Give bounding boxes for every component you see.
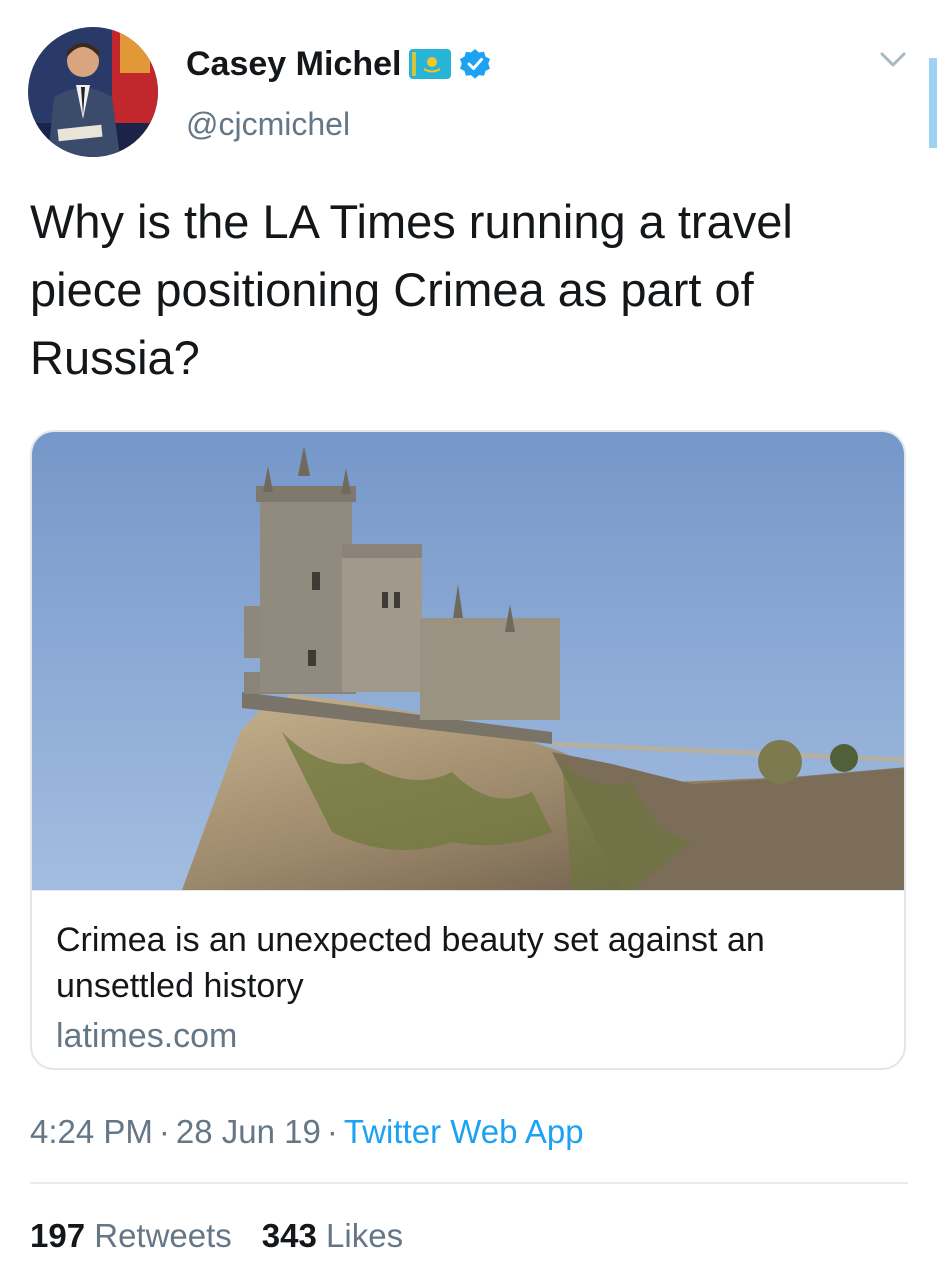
card-title[interactable]: Crimea is an unexpected beauty set again…: [56, 917, 836, 1009]
tweet-stats: 197 Retweets 343 Likes: [30, 1214, 403, 1258]
tweet-meta: 4:24 PM · 28 Jun 19 · Twitter Web App: [30, 1110, 584, 1154]
divider: [30, 1182, 908, 1184]
tweet-header: Casey Michel @cjcmichel: [28, 24, 908, 158]
verified-badge-icon: [459, 48, 491, 80]
tweet-text: Why is the LA Times running a travel pie…: [30, 195, 793, 384]
tweet-time[interactable]: 4:24 PM: [30, 1113, 153, 1150]
likes-stat[interactable]: 343 Likes: [262, 1217, 403, 1254]
card-domain: latimes.com: [56, 1017, 238, 1055]
retweets-count: 197: [30, 1217, 86, 1254]
kazakhstan-flag-icon: [409, 49, 452, 79]
user-handle[interactable]: @cjcmichel: [186, 104, 350, 144]
link-card[interactable]: Crimea is an unexpected beauty set again…: [30, 430, 906, 1070]
avatar[interactable]: [28, 27, 158, 157]
chevron-down-icon[interactable]: [878, 48, 908, 72]
retweets-label: Retweets: [94, 1217, 232, 1254]
likes-count: 343: [261, 1217, 317, 1254]
card-image: [32, 432, 904, 890]
retweets-stat[interactable]: 197 Retweets: [30, 1217, 232, 1254]
name-row: Casey Michel: [186, 44, 491, 84]
scroll-indicator[interactable]: [929, 58, 937, 148]
card-body: Crimea is an unexpected beauty set again…: [32, 890, 904, 1059]
display-name[interactable]: Casey Michel: [186, 44, 401, 84]
tweet-date[interactable]: 28 Jun 19: [176, 1113, 321, 1150]
meta-separator: ·: [158, 1113, 170, 1150]
tweet-source-link[interactable]: Twitter Web App: [344, 1113, 584, 1150]
meta-separator: ·: [326, 1113, 338, 1150]
likes-label: Likes: [326, 1217, 404, 1254]
